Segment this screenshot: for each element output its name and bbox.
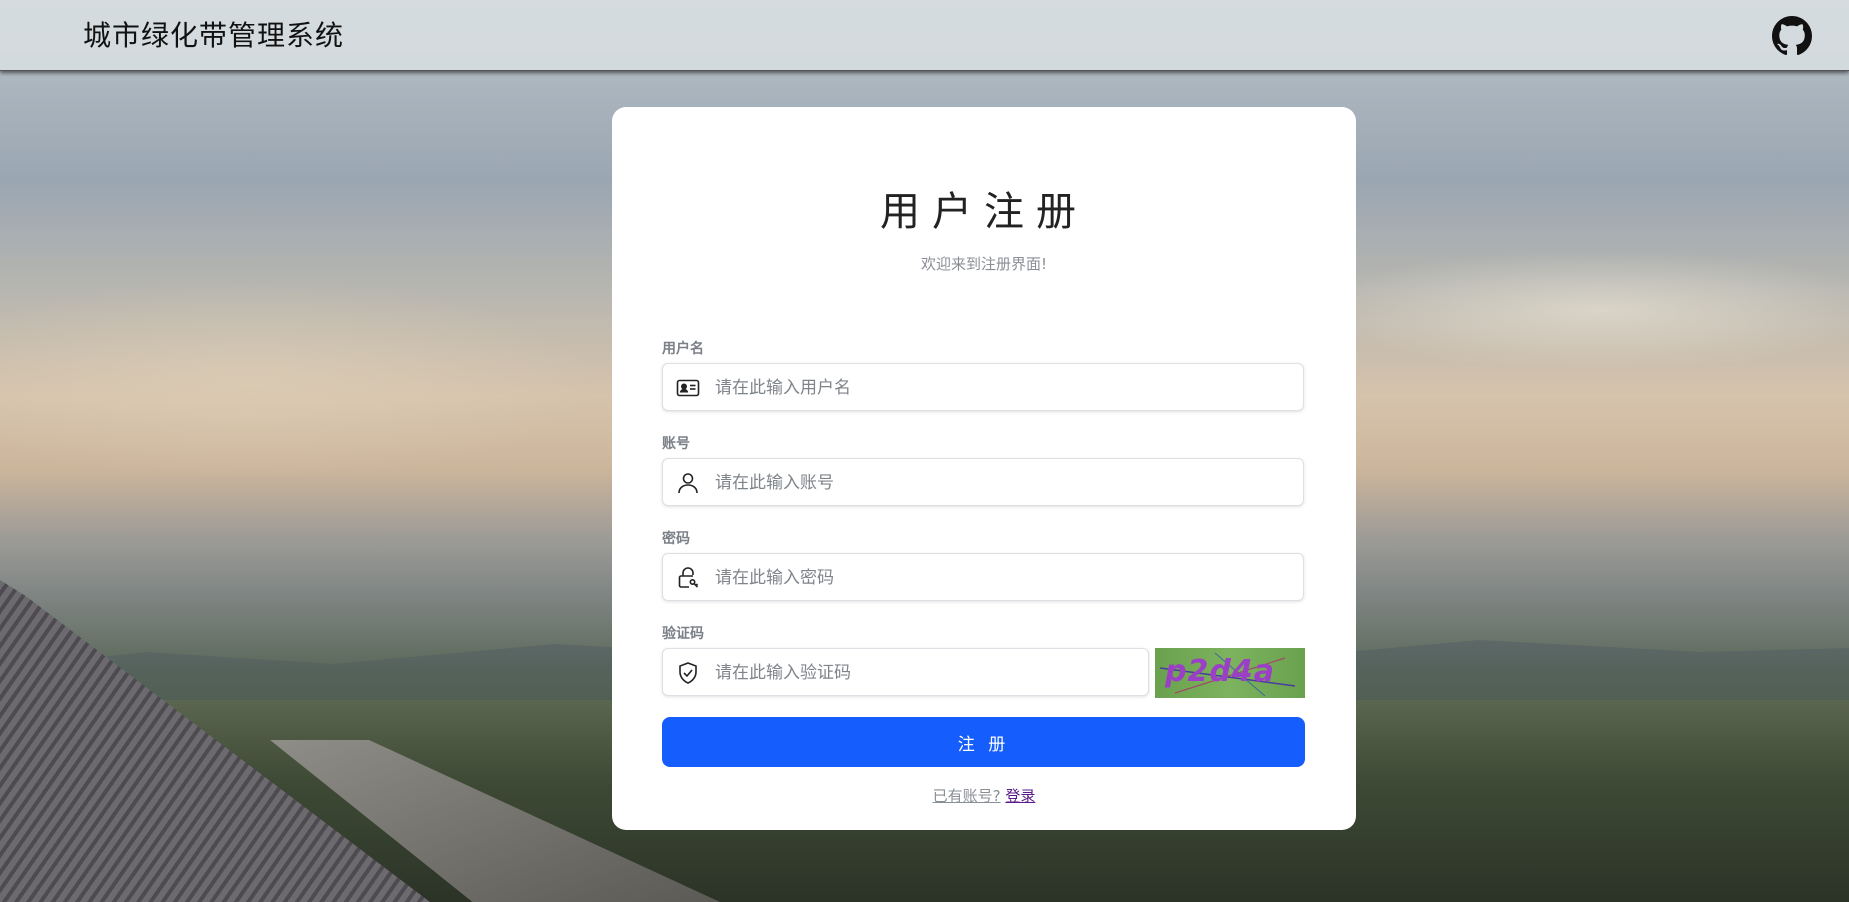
login-link[interactable]: 登录 xyxy=(1005,787,1035,805)
username-field-box[interactable] xyxy=(662,363,1304,412)
password-input[interactable] xyxy=(713,554,1297,602)
login-prompt: 已有账号? 登录 xyxy=(612,785,1356,806)
page-subtitle: 欢迎来到注册界面! xyxy=(920,255,1047,273)
page-title: 用户注册 xyxy=(880,189,1088,235)
account-field-box[interactable] xyxy=(662,458,1304,507)
captcha-text: p2d4a xyxy=(1165,654,1275,689)
have-account-text: 已有账号? xyxy=(932,787,1001,805)
github-icon[interactable] xyxy=(1772,16,1812,56)
user-icon xyxy=(676,471,700,495)
captcha-image[interactable]: p2d4a xyxy=(1155,648,1305,698)
background-cloud xyxy=(1300,250,1849,370)
top-header: 城市绿化带管理系统 xyxy=(0,0,1849,71)
captcha-field-box[interactable] xyxy=(662,648,1149,697)
account-input[interactable] xyxy=(713,459,1297,507)
password-field-box[interactable] xyxy=(662,553,1304,602)
username-input[interactable] xyxy=(713,364,1297,412)
account-label: 账号 xyxy=(662,436,690,452)
background-cloud xyxy=(0,280,600,480)
lock-key-icon xyxy=(676,566,700,590)
register-card: 用户注册 欢迎来到注册界面! 用户名 账号 密码 xyxy=(612,107,1356,830)
captcha-label: 验证码 xyxy=(662,626,704,642)
captcha-input[interactable] xyxy=(713,649,1142,697)
id-card-icon xyxy=(676,376,700,400)
shield-check-icon xyxy=(676,661,700,685)
password-label: 密码 xyxy=(662,531,690,547)
app-title: 城市绿化带管理系统 xyxy=(83,19,345,52)
username-label: 用户名 xyxy=(662,341,704,357)
register-button[interactable]: 注 册 xyxy=(662,717,1305,767)
